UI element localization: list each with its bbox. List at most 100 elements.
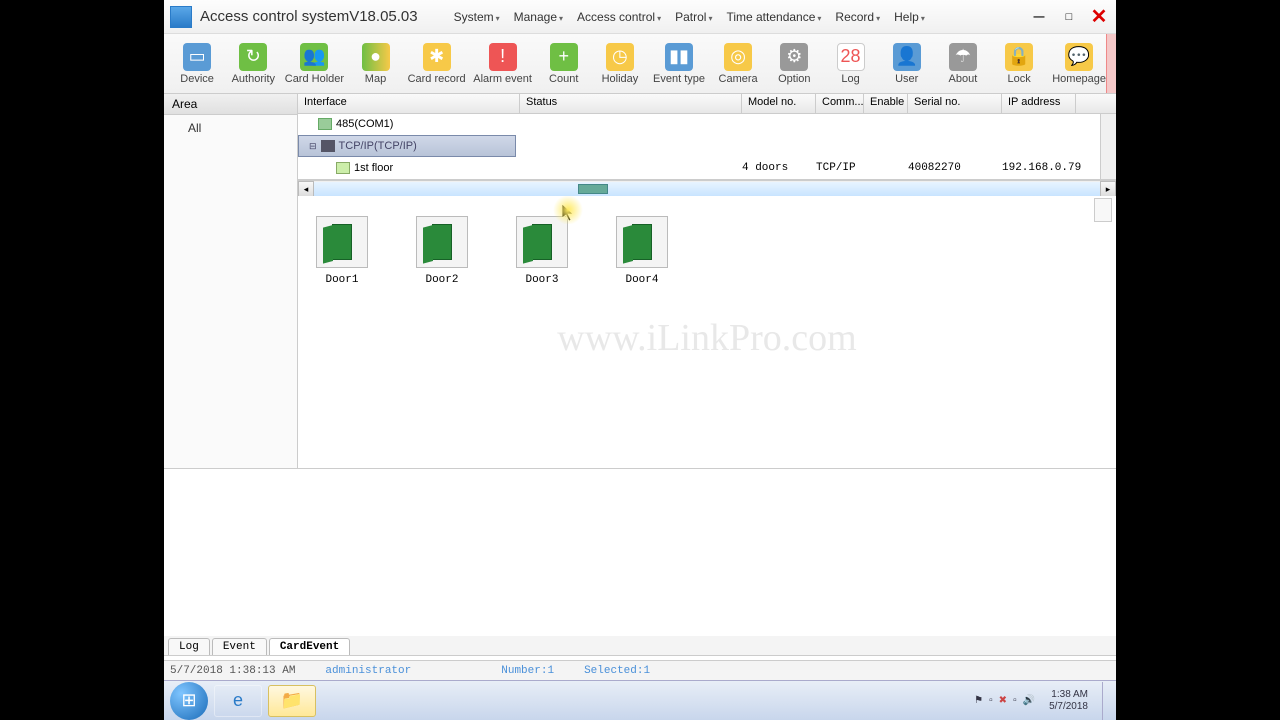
col-interface[interactable]: Interface [298,94,520,113]
authority-icon: ↻ [239,43,267,71]
menu-access-control[interactable]: Access control [571,7,667,27]
status-bar: 5/7/2018 1:38:13 AM administrator Number… [164,660,1116,680]
door-icon [316,216,368,268]
tab-cardevent[interactable]: CardEvent [269,638,350,655]
card-holder-icon: 👥 [300,43,328,71]
row-1st-floor[interactable]: 1st floor 4 doors TCP/IP 40082270 192.16… [298,158,1116,178]
tcpip-icon [321,140,335,152]
device-icon: ▭ [183,43,211,71]
log-icon: 28 [837,43,865,71]
windows-taskbar: ⊞ e 📁 ⚑ ▫ ✖ ▫ 🔊 1:38 AM 5/7/2018 [164,680,1116,720]
tab-event[interactable]: Event [212,638,267,655]
col-model[interactable]: Model no. [742,94,816,113]
grid-horizontal-scrollbar[interactable]: ◂ ▸ [298,180,1116,196]
tb-event-type[interactable]: ▮▮Event type [653,43,705,85]
door-2[interactable]: Door2 [412,216,472,468]
scroll-thumb[interactable] [578,184,608,194]
col-comm[interactable]: Comm... [816,94,864,113]
tb-authority[interactable]: ↻Authority [230,43,276,85]
log-panel [164,468,1116,616]
close-button[interactable]: ✕ [1088,8,1110,26]
minimize-button[interactable]: — [1028,8,1050,26]
tb-map[interactable]: ●Map [352,43,398,85]
camera-icon: ◎ [724,43,752,71]
col-serial[interactable]: Serial no. [908,94,1002,113]
row-tcpip[interactable]: ⊟TCP/IP(TCP/IP) [298,134,1116,158]
tb-card-record[interactable]: ✱Card record [409,43,465,85]
tray-volume-icon[interactable]: 🔊 [1023,695,1035,706]
tb-user[interactable]: 👤User [884,43,930,85]
door-1[interactable]: Door1 [312,216,372,468]
col-status[interactable]: Status [520,94,742,113]
view-toggle-button[interactable] [1094,198,1112,222]
scroll-right-button[interactable]: ▸ [1100,181,1116,197]
tray-shield-icon[interactable]: ✖ [999,695,1007,706]
about-icon: ☂ [949,43,977,71]
titlebar: Access control systemV18.05.03 System Ma… [164,0,1116,34]
door-3[interactable]: Door3 [512,216,572,468]
col-ip[interactable]: IP address [1002,94,1076,113]
scroll-left-button[interactable]: ◂ [298,181,314,197]
tb-count[interactable]: +Count [541,43,587,85]
maximize-button[interactable]: □ [1058,8,1080,26]
task-ie[interactable]: e [214,685,262,717]
tray-clock[interactable]: 1:38 AM 5/7/2018 [1041,689,1096,713]
watermark: www.iLinkPro.com [557,316,856,360]
menu-time-attendance[interactable]: Time attendance [720,7,827,27]
option-icon: ⚙ [780,43,808,71]
tb-card-holder[interactable]: 👥Card Holder [286,43,342,85]
tray-flag-icon[interactable]: ⚑ [974,695,983,706]
show-desktop-button[interactable] [1102,682,1110,720]
alarm-icon: ! [489,43,517,71]
tb-camera[interactable]: ◎Camera [715,43,761,85]
menu-record[interactable]: Record [829,7,886,27]
status-selected: Selected:1 [584,665,650,677]
tab-log[interactable]: Log [168,638,210,655]
menu-manage[interactable]: Manage [508,7,569,27]
tb-holiday[interactable]: ◷Holiday [597,43,643,85]
event-type-icon: ▮▮ [665,43,693,71]
tb-homepage[interactable]: 💬Homepage [1052,43,1106,85]
row-485[interactable]: 485(COM1) [298,114,1116,134]
toolbar-overflow[interactable] [1106,34,1116,93]
map-icon: ● [362,43,390,71]
tb-alarm-event[interactable]: !Alarm event [475,43,531,85]
app-icon [170,6,192,28]
tb-lock[interactable]: 🔒Lock [996,43,1042,85]
status-number: Number:1 [501,665,554,677]
main-pane: Interface Status Model no. Comm... Enabl… [298,94,1116,468]
menubar: System Manage Access control Patrol Time… [448,7,1028,27]
system-tray: ⚑ ▫ ✖ ▫ 🔊 1:38 AM 5/7/2018 [974,682,1110,720]
controller-icon [336,162,350,174]
grid-vertical-scrollbar[interactable] [1100,114,1116,179]
menu-system[interactable]: System [448,7,506,27]
tray-network-icon[interactable]: ▫ [989,695,993,706]
lock-icon: 🔒 [1005,43,1033,71]
menu-patrol[interactable]: Patrol [669,7,718,27]
door-panel: Door1 Door2 Door3 Door4 www.iLinkPro.com [298,196,1116,468]
sidebar-header: Area [164,94,297,115]
tb-option[interactable]: ⚙Option [771,43,817,85]
holiday-icon: ◷ [606,43,634,71]
grid-header: Interface Status Model no. Comm... Enabl… [298,94,1116,114]
col-enable[interactable]: Enable [864,94,908,113]
count-icon: + [550,43,578,71]
tb-device[interactable]: ▭Device [174,43,220,85]
tree-node-all[interactable]: All [172,119,289,137]
toolbar: ▭Device ↻Authority 👥Card Holder ●Map ✱Ca… [164,34,1116,94]
menu-help[interactable]: Help [888,7,931,27]
com-port-icon [318,118,332,130]
tb-log[interactable]: 28Log [827,43,873,85]
tray-power-icon[interactable]: ▫ [1013,695,1017,706]
door-4[interactable]: Door4 [612,216,672,468]
task-explorer[interactable]: 📁 [268,685,316,717]
user-icon: 👤 [893,43,921,71]
status-datetime: 5/7/2018 1:38:13 AM [170,665,295,677]
tb-about[interactable]: ☂About [940,43,986,85]
start-button[interactable]: ⊞ [170,682,208,720]
window-title: Access control systemV18.05.03 [200,8,418,25]
door-icon [616,216,668,268]
bottom-tabs: Log Event CardEvent [164,636,1116,656]
door-icon [416,216,468,268]
status-user: administrator [325,665,411,677]
